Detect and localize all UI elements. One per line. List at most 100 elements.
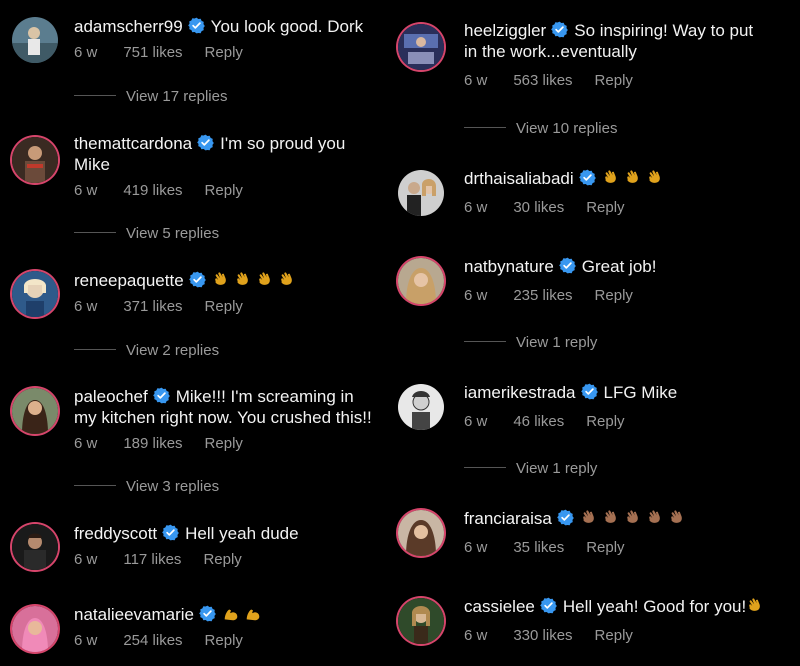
comment-time: 6 w	[74, 551, 98, 568]
comment-text: Hell yeah! Good for you!	[562, 597, 747, 616]
verified-badge-icon	[189, 271, 206, 288]
comment-time: 6 w	[74, 298, 98, 315]
comment-text: Hell yeah dude	[185, 524, 299, 543]
verified-badge-icon	[559, 257, 576, 274]
clap-icon	[624, 509, 642, 527]
avatar[interactable]	[398, 24, 444, 70]
view-replies-button[interactable]: View 10 replies	[464, 120, 617, 137]
avatar[interactable]	[398, 510, 444, 556]
reply-button[interactable]: Reply	[205, 435, 243, 452]
username[interactable]: natbynature	[464, 257, 554, 276]
view-replies-button[interactable]: View 5 replies	[74, 225, 219, 242]
likes-count[interactable]: 189 likes	[123, 435, 182, 452]
reply-button[interactable]: Reply	[595, 627, 633, 644]
likes-count[interactable]: 30 likes	[513, 199, 564, 216]
clap-icon	[212, 271, 230, 289]
username[interactable]: heelziggler	[464, 21, 546, 40]
avatar[interactable]	[398, 384, 444, 430]
likes-count[interactable]: 563 likes	[513, 72, 572, 89]
avatar[interactable]	[12, 524, 58, 570]
comment-text: LFG Mike	[603, 383, 678, 402]
avatar[interactable]	[398, 258, 444, 304]
clap-icon	[256, 271, 274, 289]
comment-item: iamerikestrada LFG Mike 6 w 46 likes Reply …	[398, 382, 798, 482]
comment-time: 6 w	[464, 413, 488, 430]
avatar[interactable]	[12, 137, 58, 183]
avatar[interactable]	[12, 388, 58, 434]
reply-button[interactable]: Reply	[595, 72, 633, 89]
avatar[interactable]	[12, 606, 58, 652]
likes-count[interactable]: 254 likes	[123, 632, 182, 649]
avatar[interactable]	[398, 598, 444, 644]
comment-item: freddyscott Hell yeah dude 6 w 117 likes Re…	[8, 523, 388, 583]
likes-count[interactable]: 330 likes	[513, 627, 572, 644]
likes-count[interactable]: 751 likes	[123, 44, 182, 61]
avatar[interactable]	[12, 271, 58, 317]
username[interactable]: paleochef	[74, 387, 148, 406]
comment-time: 6 w	[464, 627, 488, 644]
verified-badge-icon	[153, 387, 170, 404]
verified-badge-icon	[540, 597, 557, 614]
username[interactable]: themattcardona	[74, 134, 192, 153]
comment-item: heelziggler So inspiring! Way to put in t…	[398, 20, 798, 140]
reply-button[interactable]: Reply	[205, 298, 243, 315]
reply-button[interactable]: Reply	[205, 182, 243, 199]
reply-button[interactable]: Reply	[586, 413, 624, 430]
comment-item: reneepaquette 6 w 371 likes Reply View 2 r…	[8, 270, 388, 365]
likes-count[interactable]: 35 likes	[513, 539, 564, 556]
verified-badge-icon	[199, 605, 216, 622]
comment-item: adamscherr99 You look good. Dork 6 w 751 l…	[8, 16, 388, 108]
clap-icon	[624, 169, 642, 187]
likes-count[interactable]: 371 likes	[123, 298, 182, 315]
username[interactable]: freddyscott	[74, 524, 157, 543]
view-replies-button[interactable]: View 17 replies	[74, 88, 227, 105]
comment-item: franciaraisa 6 w 35 likes Reply	[398, 508, 798, 568]
comment-text-cont: Mike	[74, 155, 110, 174]
comment-time: 6 w	[74, 182, 98, 199]
username[interactable]: cassielee	[464, 597, 535, 616]
comment-text: So inspiring! Way to put	[574, 21, 754, 40]
comment-time: 6 w	[464, 72, 488, 89]
reply-button[interactable]: Reply	[205, 632, 243, 649]
verified-badge-icon	[162, 524, 179, 541]
likes-count[interactable]: 235 likes	[513, 287, 572, 304]
comment-item: cassielee Hell yeah! Good for you! 6 w 330…	[398, 596, 800, 656]
verified-badge-icon	[579, 169, 596, 186]
clap-icon	[668, 509, 686, 527]
comment-time: 6 w	[74, 44, 98, 61]
clap-icon	[580, 509, 598, 527]
username[interactable]: drthaisaliabadi	[464, 169, 574, 188]
username[interactable]: franciaraisa	[464, 509, 552, 528]
reply-button[interactable]: Reply	[203, 551, 241, 568]
view-replies-button[interactable]: View 1 reply	[464, 460, 597, 477]
reply-button[interactable]: Reply	[586, 199, 624, 216]
comment-item: drthaisaliabadi 6 w 30 likes Reply	[398, 168, 798, 228]
view-replies-button[interactable]: View 3 replies	[74, 478, 219, 495]
avatar[interactable]	[398, 170, 444, 216]
view-replies-button[interactable]: View 2 replies	[74, 342, 219, 359]
comment-item: paleochef Mike!!! I'm screaming in my kit…	[8, 386, 398, 501]
reply-button[interactable]: Reply	[205, 44, 243, 61]
clap-icon	[746, 597, 764, 615]
username[interactable]: adamscherr99	[74, 17, 183, 36]
comment-text: Great job!	[581, 257, 657, 276]
comment-text-cont: in the work...eventually	[464, 42, 637, 61]
comment-text-cont: my kitchen right now. You crushed this!!	[74, 408, 372, 427]
avatar[interactable]	[12, 17, 58, 63]
username[interactable]: iamerikestrada	[464, 383, 576, 402]
clap-icon	[646, 169, 664, 187]
username[interactable]: reneepaquette	[74, 271, 184, 290]
username[interactable]: natalieevamarie	[74, 605, 194, 624]
likes-count[interactable]: 117 likes	[123, 551, 181, 568]
comment-item: natbynature Great job! 6 w 235 likes Reply …	[398, 256, 798, 356]
likes-count[interactable]: 419 likes	[123, 182, 182, 199]
verified-badge-icon	[581, 383, 598, 400]
reply-button[interactable]: Reply	[586, 539, 624, 556]
view-replies-button[interactable]: View 1 reply	[464, 334, 597, 351]
flexed-arm-icon	[244, 605, 262, 623]
likes-count[interactable]: 46 likes	[513, 413, 564, 430]
reply-button[interactable]: Reply	[595, 287, 633, 304]
clap-icon	[234, 271, 252, 289]
clap-icon	[646, 509, 664, 527]
comment-time: 6 w	[464, 287, 488, 304]
